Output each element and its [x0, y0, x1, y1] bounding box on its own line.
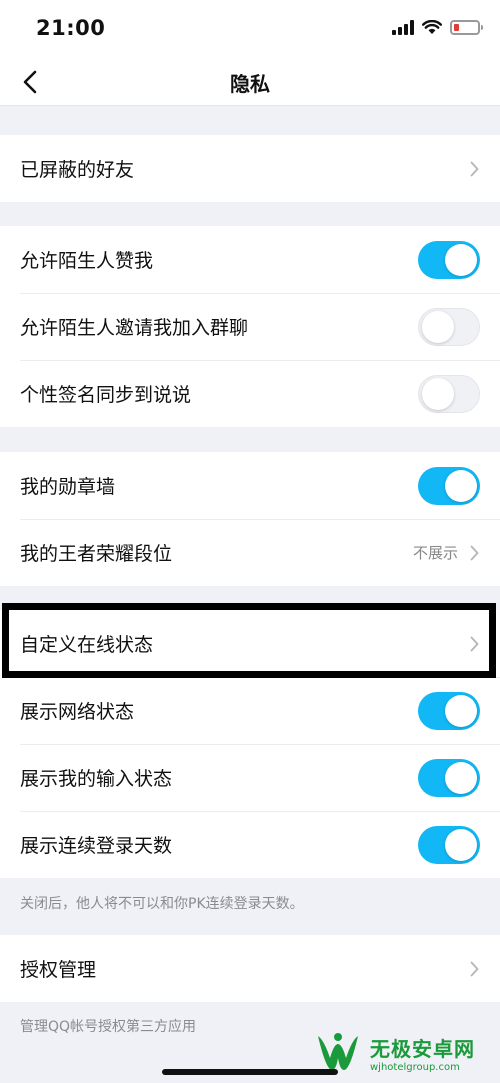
- auth-management-row[interactable]: 授权管理: [0, 935, 500, 1002]
- medal-wall-row: 我的勋章墙: [0, 452, 500, 519]
- network-status-label: 展示网络状态: [20, 701, 135, 723]
- home-indicator[interactable]: [162, 1069, 338, 1075]
- allow-invite-label: 允许陌生人邀请我加入群聊: [20, 317, 249, 339]
- battery-icon: [450, 20, 483, 35]
- signature-sync-label: 个性签名同步到说说: [20, 384, 192, 406]
- network-status-toggle[interactable]: [418, 691, 480, 730]
- signal-icon: [392, 20, 414, 35]
- allow-like-label: 允许陌生人赞我: [20, 250, 154, 272]
- network-status-row: 展示网络状态: [0, 677, 500, 744]
- auth-management-label: 授权管理: [20, 959, 97, 981]
- signature-sync-toggle[interactable]: [418, 374, 480, 413]
- input-status-toggle[interactable]: [418, 758, 480, 797]
- blocked-friends-row[interactable]: 已屏蔽的好友: [0, 135, 500, 202]
- input-status-row: 展示我的输入状态: [0, 744, 500, 811]
- honor-rank-label: 我的王者荣耀段位: [20, 543, 173, 565]
- chevron-right-icon: [468, 159, 480, 179]
- medal-wall-label: 我的勋章墙: [20, 476, 116, 498]
- chevron-right-icon: [468, 634, 480, 654]
- login-days-row: 展示连续登录天数: [0, 811, 500, 878]
- status-icons: [392, 20, 483, 35]
- display-group: 我的勋章墙 我的王者荣耀段位 不展示: [0, 452, 500, 586]
- input-status-label: 展示我的输入状态: [20, 768, 173, 790]
- chevron-right-icon: [468, 959, 480, 979]
- wifi-icon: [422, 20, 442, 34]
- watermark-title: 无极安卓网: [370, 1037, 475, 1061]
- login-days-toggle[interactable]: [418, 825, 480, 864]
- chevron-right-icon: [468, 543, 480, 563]
- custom-status-row[interactable]: 自定义在线状态: [0, 610, 500, 677]
- page-title: 隐私: [230, 72, 270, 96]
- blocked-friends-label: 已屏蔽的好友: [20, 159, 135, 181]
- strangers-group: 允许陌生人赞我 允许陌生人邀请我加入群聊 个性签名同步到说说: [0, 226, 500, 427]
- custom-status-label: 自定义在线状态: [20, 634, 154, 656]
- blocked-group: 已屏蔽的好友: [0, 135, 500, 202]
- allow-like-toggle[interactable]: [418, 240, 480, 279]
- allow-invite-toggle[interactable]: [418, 307, 480, 346]
- honor-rank-value: 不展示: [412, 544, 458, 562]
- online-group: 自定义在线状态 展示网络状态 展示我的输入状态 展示连续登录天数: [0, 610, 500, 878]
- login-days-label: 展示连续登录天数: [20, 835, 173, 857]
- login-days-footnote: 关闭后，他人将不可以和你PK连续登录天数。: [20, 896, 304, 912]
- auth-footnote: 管理QQ帐号授权第三方应用: [20, 1019, 197, 1035]
- honor-rank-row[interactable]: 我的王者荣耀段位 不展示: [0, 519, 500, 586]
- status-time: 21:00: [36, 16, 106, 40]
- auth-group: 授权管理: [0, 935, 500, 1002]
- watermark-url: wjhotelgroup.com: [370, 1062, 460, 1073]
- allow-like-row: 允许陌生人赞我: [0, 226, 500, 293]
- signature-sync-row: 个性签名同步到说说: [0, 360, 500, 427]
- nav-bar: 隐私: [0, 58, 500, 106]
- allow-invite-row: 允许陌生人邀请我加入群聊: [0, 293, 500, 360]
- medal-wall-toggle[interactable]: [418, 466, 480, 505]
- status-bar: 21:00: [0, 0, 500, 58]
